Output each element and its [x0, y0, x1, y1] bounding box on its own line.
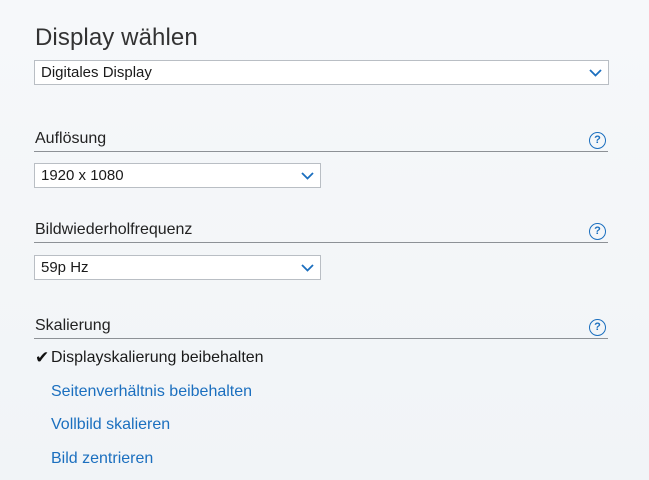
- help-icon[interactable]: ?: [589, 223, 606, 240]
- help-icon[interactable]: ?: [589, 132, 606, 149]
- scaling-option-keep-aspect-ratio[interactable]: Seitenverhältnis beibehalten: [51, 383, 252, 401]
- checkmark-icon: ✔: [35, 348, 50, 367]
- display-select-value: Digitales Display: [41, 64, 152, 81]
- chevron-down-icon: [300, 256, 314, 279]
- chevron-down-icon: [588, 61, 602, 84]
- scaling-label: Skalierung: [35, 317, 111, 334]
- refresh-rate-header: Bildwiederholfrequenz ?: [34, 216, 608, 243]
- scaling-option-keep-display-scaling[interactable]: Displayskalierung beibehalten: [51, 349, 264, 367]
- chevron-down-icon: [300, 164, 314, 187]
- page-title: Display wählen: [35, 24, 198, 51]
- resolution-label: Auflösung: [35, 130, 107, 147]
- scaling-option-center-image[interactable]: Bild zentrieren: [51, 450, 153, 468]
- display-select[interactable]: Digitales Display: [34, 60, 609, 85]
- refresh-rate-select[interactable]: 59p Hz: [34, 255, 321, 280]
- resolution-select[interactable]: 1920 x 1080: [34, 163, 321, 188]
- refresh-rate-label: Bildwiederholfrequenz: [35, 221, 193, 238]
- refresh-rate-select-value: 59p Hz: [41, 259, 89, 276]
- resolution-header: Auflösung ?: [34, 125, 608, 152]
- scaling-option-full-screen[interactable]: Vollbild skalieren: [51, 416, 170, 434]
- help-icon[interactable]: ?: [589, 319, 606, 336]
- resolution-select-value: 1920 x 1080: [41, 167, 124, 184]
- scaling-header: Skalierung ?: [34, 312, 608, 339]
